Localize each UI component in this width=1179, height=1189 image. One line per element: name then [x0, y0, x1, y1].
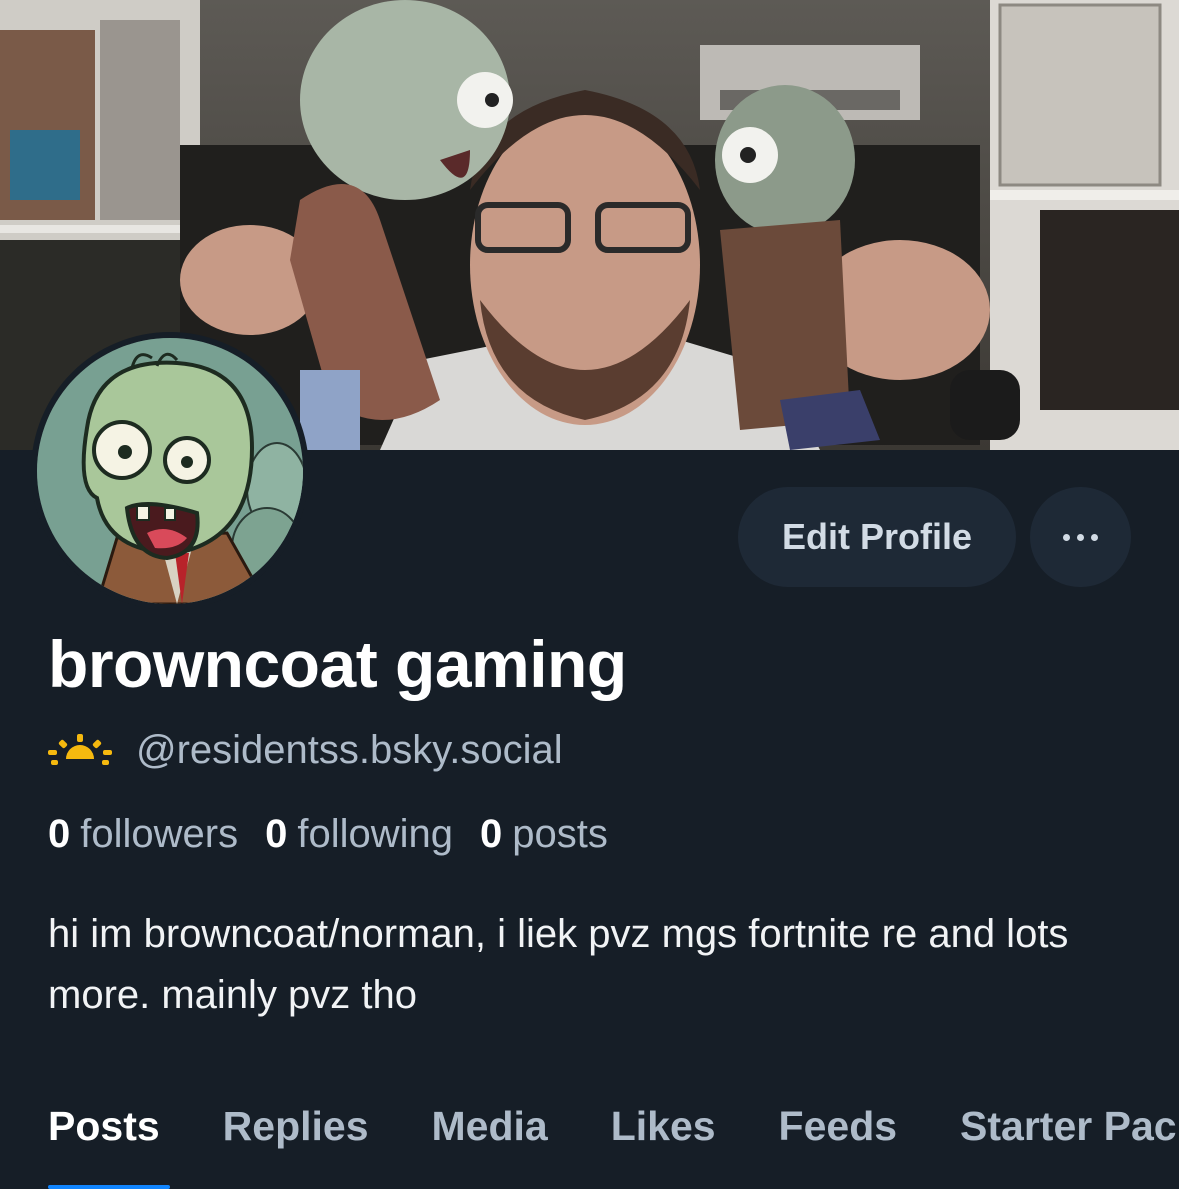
following-stat[interactable]: 0 following — [265, 812, 453, 857]
active-tab-indicator — [48, 1185, 170, 1189]
handle-text[interactable]: @residentss.bsky.social — [136, 728, 563, 773]
tab-posts[interactable]: Posts — [48, 1103, 160, 1163]
profile-tabs: Posts Replies Media Likes Feeds Starter … — [48, 1103, 1179, 1163]
edit-profile-button[interactable]: Edit Profile — [738, 487, 1016, 587]
following-label: following — [297, 812, 453, 856]
profile-bio: hi im browncoat/norman, i liek pvz mgs f… — [48, 912, 1069, 1017]
sunrise-icon — [48, 733, 112, 767]
tab-likes[interactable]: Likes — [611, 1103, 716, 1163]
posts-stat: 0 posts — [480, 812, 608, 857]
tab-replies[interactable]: Replies — [223, 1103, 369, 1163]
more-options-button[interactable] — [1030, 487, 1131, 587]
profile-stats: 0 followers 0 following 0 posts — [48, 812, 608, 857]
followers-label: followers — [80, 812, 239, 856]
tab-media[interactable]: Media — [432, 1103, 548, 1163]
posts-label: posts — [512, 812, 608, 856]
tab-feeds[interactable]: Feeds — [779, 1103, 898, 1163]
tab-starter-packs[interactable]: Starter Packs — [960, 1103, 1179, 1163]
ellipsis-icon — [1063, 533, 1098, 541]
edit-profile-label: Edit Profile — [781, 516, 973, 557]
handle-row: @residentss.bsky.social — [48, 723, 563, 777]
display-name: browncoat gaming — [48, 627, 627, 701]
posts-count: 0 — [480, 812, 503, 856]
following-count: 0 — [265, 812, 288, 856]
profile-avatar[interactable] — [31, 332, 309, 610]
followers-count: 0 — [48, 812, 71, 856]
avatar-image — [37, 338, 303, 604]
followers-stat[interactable]: 0 followers — [48, 812, 238, 857]
